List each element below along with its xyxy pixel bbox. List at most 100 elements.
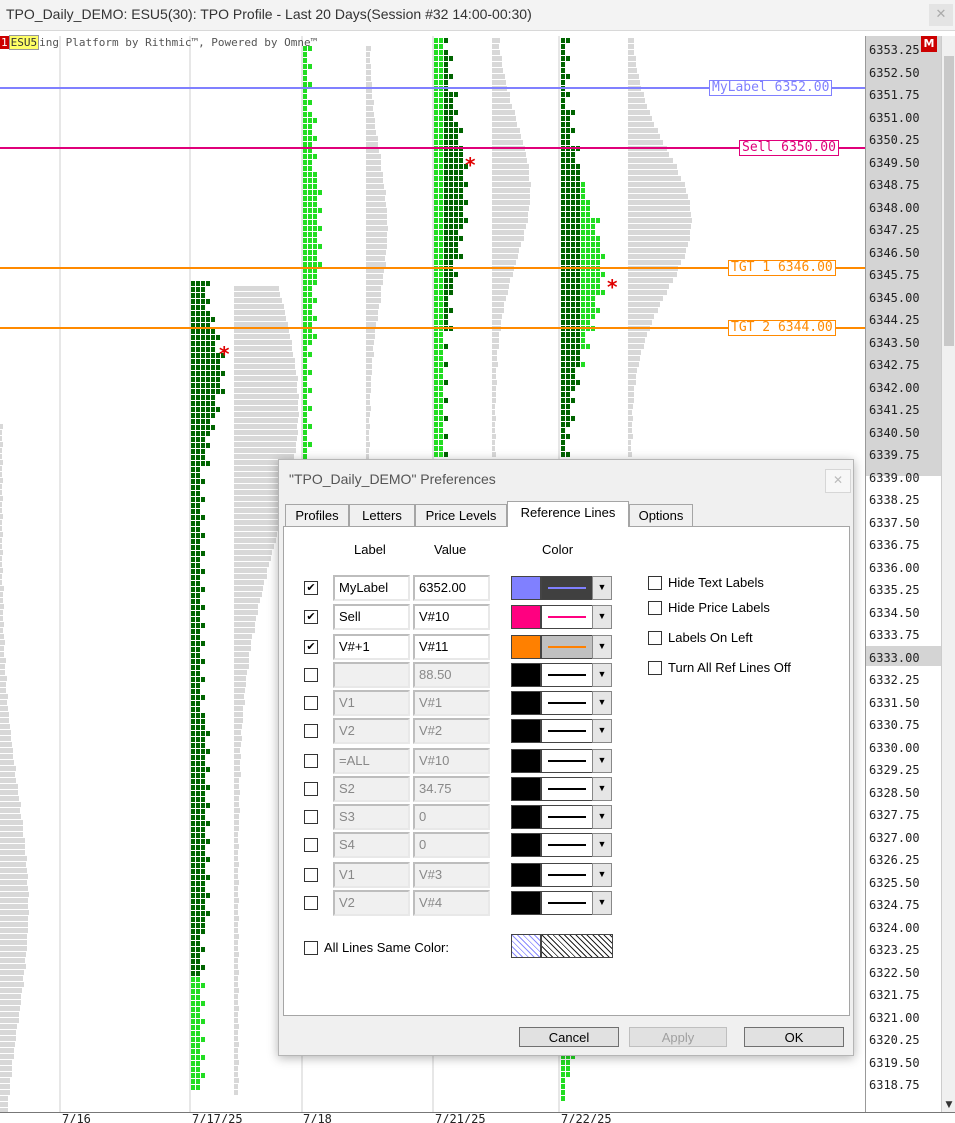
ref-line-style-preview[interactable] bbox=[541, 663, 593, 687]
ref-line-style-preview[interactable] bbox=[541, 605, 593, 629]
ref-line-style-preview[interactable] bbox=[541, 805, 593, 829]
ref-line-style-preview[interactable] bbox=[541, 719, 593, 743]
chevron-down-icon[interactable]: ▼ bbox=[592, 635, 612, 659]
all-lines-same-color-checkbox[interactable] bbox=[304, 941, 318, 955]
ref-line-label-input[interactable]: Sell bbox=[333, 604, 410, 630]
tpo-cell bbox=[571, 302, 575, 307]
ref-line-label-input[interactable]: V#+1 bbox=[333, 634, 410, 660]
scroll-down-arrow-icon[interactable]: ▼ bbox=[942, 1098, 955, 1112]
chevron-down-icon[interactable]: ▼ bbox=[592, 691, 612, 715]
ref-line-enable-checkbox[interactable] bbox=[304, 581, 318, 595]
ref-line-enable-checkbox[interactable] bbox=[304, 724, 318, 738]
ref-line-enable-checkbox[interactable] bbox=[304, 810, 318, 824]
ref-line-label-input[interactable]: S3 bbox=[333, 804, 410, 830]
m-badge[interactable]: M bbox=[921, 36, 937, 52]
tpo-cell bbox=[439, 452, 443, 457]
ref-line-enable-checkbox[interactable] bbox=[304, 838, 318, 852]
ref-line-color-swatch[interactable] bbox=[511, 777, 541, 801]
hide-text-labels-checkbox[interactable] bbox=[648, 576, 662, 590]
chevron-down-icon[interactable]: ▼ bbox=[592, 777, 612, 801]
ref-line-enable-checkbox[interactable] bbox=[304, 782, 318, 796]
apply-button[interactable]: Apply bbox=[629, 1027, 727, 1047]
tpo-cell bbox=[561, 236, 565, 241]
chevron-down-icon[interactable]: ▼ bbox=[592, 891, 612, 915]
ref-line-value-input[interactable]: V#11 bbox=[413, 634, 490, 660]
tpo-cell bbox=[566, 350, 570, 355]
window-close-button[interactable]: ✕ bbox=[929, 4, 953, 26]
ref-line-color-swatch[interactable] bbox=[511, 691, 541, 715]
ref-line-value-input[interactable]: V#3 bbox=[413, 862, 490, 888]
ref-line-color-swatch[interactable] bbox=[511, 576, 541, 600]
volume-bar bbox=[0, 700, 7, 705]
ref-line-value-input[interactable]: 88.50 bbox=[413, 662, 490, 688]
ref-line-label-input[interactable]: S2 bbox=[333, 776, 410, 802]
ref-line-color-swatch[interactable] bbox=[511, 635, 541, 659]
chevron-down-icon[interactable]: ▼ bbox=[592, 576, 612, 600]
ref-line-color-swatch[interactable] bbox=[511, 833, 541, 857]
ref-line-label-input[interactable]: S4 bbox=[333, 832, 410, 858]
ref-line-enable-checkbox[interactable] bbox=[304, 640, 318, 654]
ref-line-value-input[interactable]: V#1 bbox=[413, 690, 490, 716]
ref-line-enable-checkbox[interactable] bbox=[304, 668, 318, 682]
ref-line-style-preview[interactable] bbox=[541, 749, 593, 773]
tab-profiles[interactable]: Profiles bbox=[285, 504, 349, 526]
ref-line-style-preview[interactable] bbox=[541, 833, 593, 857]
ref-line-label-input[interactable]: V1 bbox=[333, 862, 410, 888]
ref-line-style-preview[interactable] bbox=[541, 635, 593, 659]
ref-line-enable-checkbox[interactable] bbox=[304, 754, 318, 768]
ref-line-value-input[interactable]: 34.75 bbox=[413, 776, 490, 802]
ref-line-label-input[interactable]: V2 bbox=[333, 718, 410, 744]
labels-on-left-checkbox[interactable] bbox=[648, 631, 662, 645]
ref-line-label-input[interactable]: =ALL bbox=[333, 748, 410, 774]
volume-bar bbox=[366, 370, 372, 375]
all-lines-color-swatch[interactable] bbox=[511, 934, 541, 958]
chevron-down-icon[interactable]: ▼ bbox=[592, 663, 612, 687]
chevron-down-icon[interactable]: ▼ bbox=[592, 749, 612, 773]
scrollbar-thumb[interactable] bbox=[944, 56, 954, 346]
chevron-down-icon[interactable]: ▼ bbox=[592, 605, 612, 629]
ok-button[interactable]: OK bbox=[744, 1027, 844, 1047]
vertical-scrollbar[interactable]: ▼ bbox=[941, 36, 955, 1112]
ref-line-enable-checkbox[interactable] bbox=[304, 696, 318, 710]
hide-price-labels-checkbox[interactable] bbox=[648, 601, 662, 615]
ref-line-style-preview[interactable] bbox=[541, 576, 593, 600]
dialog-close-button[interactable]: ✕ bbox=[825, 469, 851, 493]
chevron-down-icon[interactable]: ▼ bbox=[592, 863, 612, 887]
ref-line-label-input[interactable]: V1 bbox=[333, 690, 410, 716]
tab-options[interactable]: Options bbox=[629, 504, 693, 526]
chevron-down-icon[interactable]: ▼ bbox=[592, 719, 612, 743]
ref-line-label-input[interactable] bbox=[333, 662, 410, 688]
ref-line-label-input[interactable]: MyLabel bbox=[333, 575, 410, 601]
tab-reference-lines[interactable]: Reference Lines bbox=[507, 501, 629, 527]
chevron-down-icon[interactable]: ▼ bbox=[592, 833, 612, 857]
ref-line-value-input[interactable]: V#2 bbox=[413, 718, 490, 744]
ref-line-color-swatch[interactable] bbox=[511, 891, 541, 915]
ref-line-color-swatch[interactable] bbox=[511, 805, 541, 829]
ref-line-style-preview[interactable] bbox=[541, 777, 593, 801]
cancel-button[interactable]: Cancel bbox=[519, 1027, 619, 1047]
ref-line-value-input[interactable]: 0 bbox=[413, 804, 490, 830]
ref-line-value-input[interactable]: V#4 bbox=[413, 890, 490, 916]
ref-line-enable-checkbox[interactable] bbox=[304, 896, 318, 910]
ref-line-value-input[interactable]: V#10 bbox=[413, 604, 490, 630]
ref-line-color-swatch[interactable] bbox=[511, 663, 541, 687]
chevron-down-icon[interactable]: ▼ bbox=[592, 805, 612, 829]
ref-line-style-preview[interactable] bbox=[541, 691, 593, 715]
ref-line-value-input[interactable]: 6352.00 bbox=[413, 575, 490, 601]
ref-line-value-input[interactable]: 0 bbox=[413, 832, 490, 858]
price-axis[interactable]: 6353.25 6352.50 6351.75 6351.00 6350.25 6349.… bbox=[865, 36, 942, 1112]
ref-line-label-input[interactable]: V2 bbox=[333, 890, 410, 916]
ref-line-color-swatch[interactable] bbox=[511, 749, 541, 773]
ref-line-enable-checkbox[interactable] bbox=[304, 868, 318, 882]
ref-line-color-swatch[interactable] bbox=[511, 863, 541, 887]
tab-price-levels[interactable]: Price Levels bbox=[415, 504, 507, 526]
ref-line-color-swatch[interactable] bbox=[511, 719, 541, 743]
ref-line-enable-checkbox[interactable] bbox=[304, 610, 318, 624]
tab-letters[interactable]: Letters bbox=[349, 504, 415, 526]
ref-line-style-preview[interactable] bbox=[541, 891, 593, 915]
ref-line-value-input[interactable]: V#10 bbox=[413, 748, 490, 774]
ref-line-color-swatch[interactable] bbox=[511, 605, 541, 629]
turn-all-ref-lines-off-checkbox[interactable] bbox=[648, 661, 662, 675]
ref-line-style-preview[interactable] bbox=[541, 863, 593, 887]
all-lines-line-preview[interactable] bbox=[541, 934, 613, 958]
